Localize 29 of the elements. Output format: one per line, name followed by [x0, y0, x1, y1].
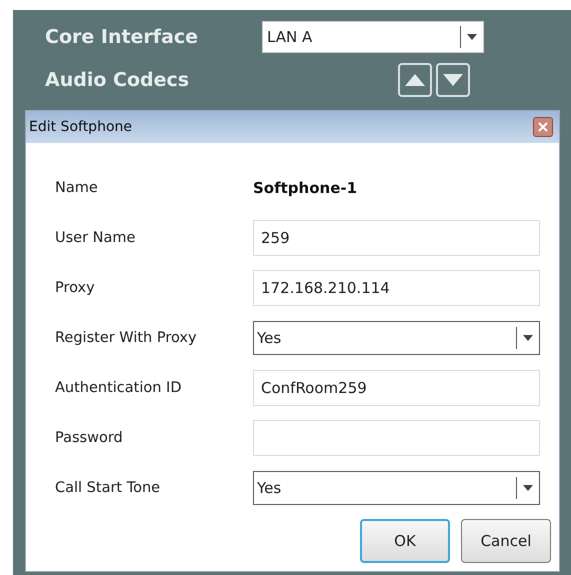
input-field[interactable]	[253, 420, 540, 456]
field-label: Proxy	[55, 280, 96, 296]
move-up-button[interactable]	[398, 63, 432, 97]
dropdown[interactable]: LAN A	[262, 21, 484, 53]
input-field[interactable]: 172.168.210.114	[253, 270, 540, 306]
caret-icon	[523, 484, 533, 490]
field-label: Name	[55, 180, 99, 196]
field-label: Password	[55, 430, 124, 446]
caret-icon	[523, 334, 533, 340]
down-triangle-icon	[443, 74, 463, 86]
field-value: Softphone-1	[253, 178, 358, 196]
dialog-title: Edit Softphone	[29, 119, 132, 135]
close-icon	[538, 122, 548, 132]
field-label: User Name	[55, 230, 136, 246]
up-triangle-icon	[405, 74, 425, 86]
field-label: Core Interface	[45, 26, 200, 48]
dialog-button[interactable]: OK	[360, 519, 450, 563]
dropdown[interactable]: Yes	[253, 470, 540, 504]
move-down-button[interactable]	[436, 63, 470, 97]
dialog-button[interactable]: Cancel	[461, 519, 551, 563]
input-field[interactable]: 259	[253, 220, 540, 256]
input-field[interactable]: ConfRoom259	[253, 370, 540, 406]
dropdown[interactable]: Yes	[253, 320, 540, 354]
close-button[interactable]	[533, 117, 553, 137]
field-label: Call Start Tone	[55, 480, 162, 496]
section-title: Audio Codecs	[45, 69, 190, 91]
field-label: Register With Proxy	[55, 330, 198, 346]
field-label: Authentication ID	[55, 380, 182, 396]
caret-icon	[467, 34, 477, 40]
